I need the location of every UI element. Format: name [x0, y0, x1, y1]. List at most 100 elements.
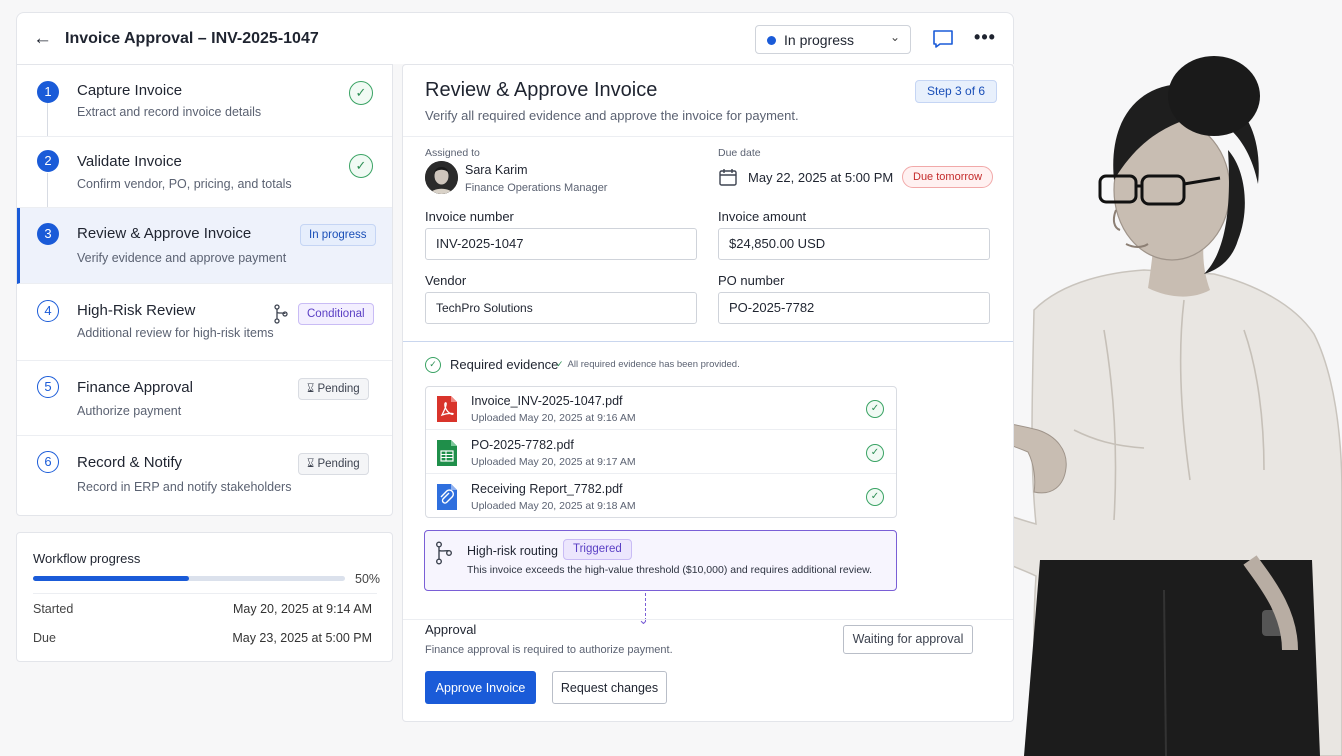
- step-description: Verify evidence and approve payment: [77, 251, 287, 265]
- request-changes-button[interactable]: Request changes: [552, 671, 667, 704]
- step-description: Additional review for high-risk items: [77, 326, 274, 340]
- check-icon: ✓: [866, 444, 884, 462]
- routing-title: High-risk routing: [467, 544, 559, 558]
- step-title: High-Risk Review: [77, 302, 196, 319]
- list-item[interactable]: Receiving Report_7782.pdf Uploaded May 2…: [426, 475, 896, 518]
- step-number: 4: [37, 300, 59, 322]
- step-description: Extract and record invoice details: [77, 105, 262, 119]
- step-finance-approval[interactable]: 5 Finance Approval Authorize payment ⌛︎ …: [17, 361, 392, 436]
- status-badge: Conditional: [298, 303, 374, 325]
- divider: [403, 341, 1013, 342]
- calendar-icon: [719, 169, 737, 186]
- chevron-down-icon: ⌄: [889, 30, 900, 44]
- file-meta: Uploaded May 20, 2025 at 9:18 AM: [471, 500, 636, 512]
- step-description: Confirm vendor, PO, pricing, and totals: [77, 177, 292, 191]
- branch-icon: [436, 541, 452, 565]
- chevron-down-icon: ⌄: [638, 612, 649, 628]
- step-high-risk-review[interactable]: 4 High-Risk Review Additional review for…: [17, 284, 392, 361]
- due-date-label: Due date: [718, 147, 761, 159]
- hourglass-icon: ⌛︎: [307, 383, 315, 395]
- spreadsheet-file-icon: [437, 440, 457, 466]
- invoice-amount-label: Invoice amount: [718, 209, 807, 224]
- status-dropdown[interactable]: In progress ⌄: [755, 25, 911, 54]
- status-label: In progress: [784, 32, 855, 48]
- progress-title: Workflow progress: [33, 551, 141, 566]
- step-title: Review & Approve Invoice: [77, 225, 252, 242]
- check-icon: ✓: [866, 488, 884, 506]
- review-panel: Review & Approve Invoice Verify all requ…: [402, 64, 1014, 722]
- file-meta: Uploaded May 20, 2025 at 9:17 AM: [471, 456, 636, 468]
- vendor-label: Vendor: [425, 273, 467, 288]
- evidence-note-text: All required evidence has been provided.: [567, 359, 740, 370]
- approval-title: Approval: [425, 622, 477, 637]
- approval-description: Finance approval is required to authoriz…: [425, 644, 673, 656]
- chat-bubble-icon[interactable]: [931, 27, 955, 51]
- step-number: 2: [37, 150, 59, 172]
- invoice-amount-field[interactable]: $24,850.00 USD: [718, 228, 990, 260]
- person-photo: [1014, 56, 1342, 756]
- divider: [33, 593, 377, 594]
- step-validate-invoice[interactable]: 2 Validate Invoice Confirm vendor, PO, p…: [17, 137, 392, 208]
- check-circle-icon: ✓: [425, 357, 441, 373]
- workflow-app: ← Invoice Approval – INV-2025-1047 In pr…: [16, 12, 1014, 722]
- progress-percent: 50%: [355, 572, 381, 586]
- file-name: PO-2025-7782.pdf: [471, 438, 574, 452]
- due-label: Due: [33, 631, 56, 645]
- high-risk-routing-card: High-risk routing Triggered This invoice…: [424, 530, 897, 591]
- approve-invoice-button[interactable]: Approve Invoice: [425, 671, 536, 704]
- po-number-label: PO number: [718, 273, 785, 288]
- divider: [403, 136, 1013, 137]
- check-icon: ✓: [556, 359, 564, 369]
- file-name: Invoice_INV-2025-1047.pdf: [471, 394, 623, 408]
- due-value: May 23, 2025 at 5:00 PM: [232, 631, 372, 645]
- step-review-approve-invoice[interactable]: 3 Review & Approve Invoice Verify eviden…: [17, 208, 392, 284]
- evidence-note: ✓ All required evidence has been provided…: [556, 359, 740, 370]
- file-meta: Uploaded May 20, 2025 at 9:16 AM: [471, 412, 636, 424]
- evidence-title: Required evidence: [450, 357, 559, 372]
- status-dot-icon: [767, 36, 776, 45]
- attachment-file-icon: [437, 484, 457, 510]
- check-icon: ✓: [866, 400, 884, 418]
- pdf-file-icon: [437, 396, 457, 422]
- branch-icon: [274, 304, 288, 324]
- arrow-left-icon[interactable]: ←: [33, 29, 53, 49]
- list-item[interactable]: PO-2025-7782.pdf Uploaded May 20, 2025 a…: [426, 431, 896, 474]
- po-number-field[interactable]: PO-2025-7782: [718, 292, 990, 324]
- status-badge-label: Pending: [317, 383, 360, 395]
- status-badge: ⌛︎ Pending: [298, 453, 369, 475]
- status-badge-label: Pending: [317, 458, 360, 470]
- step-number: 6: [37, 451, 59, 473]
- vendor-field[interactable]: TechPro Solutions: [425, 292, 697, 324]
- triggered-badge: Triggered: [563, 539, 632, 560]
- list-item[interactable]: Invoice_INV-2025-1047.pdf Uploaded May 2…: [426, 387, 896, 430]
- header-bar: ← Invoice Approval – INV-2025-1047 In pr…: [16, 12, 1014, 64]
- more-horizontal-icon[interactable]: •••: [973, 25, 997, 49]
- progress-bar-fill: [33, 576, 189, 581]
- step-number: 1: [37, 81, 59, 103]
- check-icon: ✓: [349, 81, 373, 105]
- started-label: Started: [33, 602, 74, 616]
- routing-description: This invoice exceeds the high-value thre…: [467, 564, 873, 576]
- due-tomorrow-badge: Due tomorrow: [902, 166, 994, 188]
- file-name: Receiving Report_7782.pdf: [471, 482, 623, 496]
- invoice-number-label: Invoice number: [425, 209, 514, 224]
- step-capture-invoice[interactable]: 1 Capture Invoice Extract and record inv…: [17, 65, 392, 137]
- evidence-file-list: Invoice_INV-2025-1047.pdf Uploaded May 2…: [425, 386, 897, 518]
- avatar: [425, 161, 458, 194]
- status-badge: In progress: [300, 224, 376, 246]
- step-record-notify[interactable]: 6 Record & Notify Record in ERP and noti…: [17, 436, 392, 516]
- hourglass-icon: ⌛︎: [307, 458, 315, 470]
- step-number: 3: [37, 223, 59, 245]
- step-title: Finance Approval: [77, 379, 193, 396]
- assignee-role: Finance Operations Manager: [465, 182, 608, 194]
- check-icon: ✓: [349, 154, 373, 178]
- invoice-number-field[interactable]: INV-2025-1047: [425, 228, 697, 260]
- waiting-for-approval-button[interactable]: Waiting for approval: [843, 625, 973, 654]
- progress-bar: [33, 576, 345, 581]
- assigned-label: Assigned to: [425, 147, 480, 159]
- step-description: Record in ERP and notify stakeholders: [77, 480, 292, 494]
- step-title: Validate Invoice: [77, 153, 182, 170]
- steps-panel: 1 Capture Invoice Extract and record inv…: [16, 64, 393, 516]
- step-title: Record & Notify: [77, 454, 183, 471]
- workflow-progress-card: Workflow progress 50% Started May 20, 20…: [16, 532, 393, 662]
